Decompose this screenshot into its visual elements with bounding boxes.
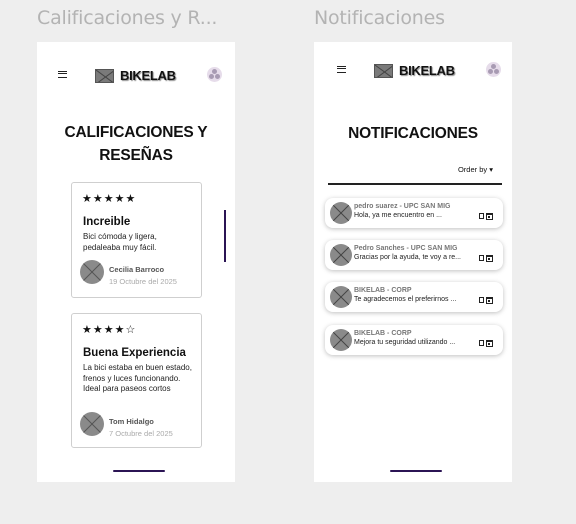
avatar xyxy=(330,329,352,351)
calendar-icon[interactable] xyxy=(486,340,493,347)
avatar xyxy=(80,412,104,436)
hamburger-menu-icon[interactable] xyxy=(58,71,67,78)
home-indicator[interactable] xyxy=(113,470,165,472)
review-title: Increible xyxy=(83,216,131,228)
avatar xyxy=(330,286,352,308)
notification-item[interactable]: pedro suarez - UPC SAN MIG Hola, ya me e… xyxy=(325,198,503,228)
divider xyxy=(328,183,502,185)
order-by-dropdown[interactable]: Order by ▾ xyxy=(458,165,493,174)
image-placeholder-icon xyxy=(374,63,393,78)
star-rating: ★★★★☆ xyxy=(82,324,137,336)
page-title-line2: RESEÑAS xyxy=(99,147,173,164)
review-body: Bici cómoda y ligera, pedaleaba muy fáci… xyxy=(83,232,157,252)
calendar-icon[interactable] xyxy=(486,213,493,220)
brand-logo[interactable]: BIKELAB xyxy=(374,63,455,78)
home-indicator[interactable] xyxy=(390,470,442,472)
notification-message: Gracias por la ayuda, te voy a re... xyxy=(354,254,461,261)
trash-icon[interactable] xyxy=(479,213,484,219)
review-date: 19 Octubre del 2025 xyxy=(109,277,177,286)
trash-icon[interactable] xyxy=(479,297,484,303)
review-card[interactable]: ★★★★★ Increible Bici cómoda y ligera, pe… xyxy=(71,182,202,298)
reviews-screen: BIKELAB CALIFICACIONES Y RESEÑAS ★★★★★ I… xyxy=(37,42,235,482)
review-card[interactable]: ★★★★☆ Buena Experiencia La bici estaba e… xyxy=(71,313,202,448)
hamburger-menu-icon[interactable] xyxy=(337,66,346,73)
brand-name: BIKELAB xyxy=(120,68,176,83)
image-placeholder-icon xyxy=(95,68,114,83)
notification-message: Hola, ya me encuentro en ... xyxy=(354,212,442,219)
reviewer-name: Tom Hidalgo xyxy=(109,417,154,426)
calendar-icon[interactable] xyxy=(486,255,493,262)
star-rating: ★★★★★ xyxy=(82,193,137,205)
brand-name: BIKELAB xyxy=(399,63,455,78)
frame-label-notifications: Notificaciones xyxy=(314,7,445,29)
notifications-screen: BIKELAB NOTIFICACIONES Order by ▾ pedro … xyxy=(314,42,512,482)
review-body: La bici estaba en buen estado, frenos y … xyxy=(83,363,192,393)
notification-item[interactable]: Pedro Sanches - UPC SAN MIG Gracias por … xyxy=(325,240,503,270)
reviewer-name: Cecilia Barroco xyxy=(109,265,165,274)
calendar-icon[interactable] xyxy=(486,297,493,304)
notification-message: Mejora tu seguridad utilizando ... xyxy=(354,339,456,346)
notification-message: Te agradecemos el preferirnos ... xyxy=(354,296,457,303)
profile-icon[interactable] xyxy=(486,62,501,77)
page-title: NOTIFICACIONES xyxy=(348,125,478,142)
scrollbar[interactable] xyxy=(224,210,226,262)
notification-sender: BIKELAB - CORP xyxy=(354,330,412,337)
page-title-line1: CALIFICACIONES Y xyxy=(64,124,208,141)
review-date: 7 Octubre del 2025 xyxy=(109,429,173,438)
notification-sender: pedro suarez - UPC SAN MIG xyxy=(354,203,451,210)
avatar xyxy=(330,244,352,266)
notification-sender: BIKELAB - CORP xyxy=(354,287,412,294)
trash-icon[interactable] xyxy=(479,255,484,261)
frame-label-reviews: Calificaciones y R... xyxy=(37,7,218,29)
notification-item[interactable]: BIKELAB - CORP Te agradecemos el preferi… xyxy=(325,282,503,312)
avatar xyxy=(80,260,104,284)
page-title: CALIFICACIONES Y RESEÑAS xyxy=(37,121,235,167)
trash-icon[interactable] xyxy=(479,340,484,346)
brand-logo[interactable]: BIKELAB xyxy=(95,68,176,83)
profile-icon[interactable] xyxy=(207,67,222,82)
avatar xyxy=(330,202,352,224)
notification-sender: Pedro Sanches - UPC SAN MIG xyxy=(354,245,458,252)
notification-item[interactable]: BIKELAB - CORP Mejora tu seguridad utili… xyxy=(325,325,503,355)
review-title: Buena Experiencia xyxy=(83,347,186,359)
